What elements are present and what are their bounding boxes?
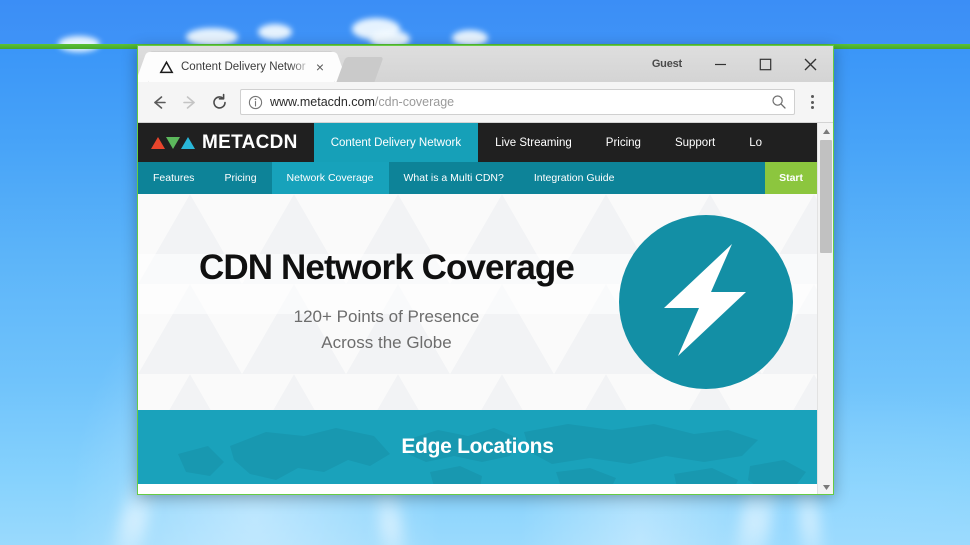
maximize-icon[interactable] <box>743 46 788 82</box>
subnav-item-features[interactable]: Features <box>138 162 209 194</box>
menu-dot <box>810 100 814 104</box>
address-bar-url: www.metacdn.com/cdn-coverage <box>270 95 768 109</box>
scroll-down-icon[interactable] <box>818 479 833 494</box>
hero-subtitle: 120+ Points of Presence Across the Globe <box>154 304 619 357</box>
window-controls: Guest <box>652 46 833 82</box>
reload-icon[interactable] <box>204 87 234 117</box>
tab-close-icon[interactable]: × <box>312 59 328 75</box>
triangle-favicon <box>159 60 174 75</box>
menu-dot <box>810 106 814 109</box>
triangle-green-icon <box>166 136 180 149</box>
browser-tab-title: Content Delivery Networ <box>181 61 306 73</box>
minimize-icon[interactable] <box>698 46 743 82</box>
brand-name: METACDN <box>202 131 298 153</box>
edge-locations-section: Edge Locations <box>138 410 817 484</box>
browser-toolbar: www.metacdn.com/cdn-coverage <box>138 82 833 123</box>
hero-inner: CDN Network Coverage 120+ Points of Pres… <box>138 215 817 389</box>
hero-title: CDN Network Coverage <box>199 247 575 287</box>
browser-tab[interactable]: Content Delivery Networ × <box>149 52 334 82</box>
site-info-icon[interactable] <box>248 95 263 110</box>
subnav-item-what-is-a-multi-cdn[interactable]: What is a Multi CDN? <box>389 162 519 194</box>
nav-item-support[interactable]: Support <box>658 123 732 162</box>
scroll-up-icon[interactable] <box>818 123 833 139</box>
subnav-item-network-coverage[interactable]: Network Coverage <box>271 162 389 194</box>
url-host: www.metacdn.com <box>270 95 375 109</box>
desktop-wallpaper: Content Delivery Networ × Guest www.meta… <box>0 0 970 545</box>
site-sub-nav: Features Pricing Network Coverage What i… <box>138 162 817 194</box>
forward-icon[interactable] <box>174 87 204 117</box>
web-page-content: METACDN Content Delivery Network Live St… <box>138 123 817 494</box>
browser-tab-strip: Content Delivery Networ × Guest <box>138 46 833 82</box>
metacdn-triangles-icon <box>151 136 195 149</box>
hero-subtitle-line-1: 120+ Points of Presence <box>293 306 480 326</box>
start-cta-button[interactable]: Start <box>765 162 817 194</box>
nav-item-live-streaming[interactable]: Live Streaming <box>478 123 589 162</box>
new-tab-button[interactable] <box>336 57 384 82</box>
lightning-bolt-icon <box>654 238 758 367</box>
site-main-nav: METACDN Content Delivery Network Live St… <box>138 123 817 162</box>
search-icon[interactable] <box>768 91 790 113</box>
hero-section: CDN Network Coverage 120+ Points of Pres… <box>138 194 817 410</box>
nav-item-login[interactable]: Lo <box>732 123 779 162</box>
profile-badge-guest[interactable]: Guest <box>652 58 682 70</box>
back-icon[interactable] <box>144 87 174 117</box>
close-icon[interactable] <box>788 46 833 82</box>
cloud <box>258 24 292 40</box>
hero-copy: CDN Network Coverage 120+ Points of Pres… <box>138 248 619 357</box>
url-path: /cdn-coverage <box>374 95 455 109</box>
nav-item-pricing[interactable]: Pricing <box>589 123 658 162</box>
browser-window: Content Delivery Networ × Guest www.meta… <box>137 45 834 495</box>
subnav-item-pricing[interactable]: Pricing <box>209 162 271 194</box>
page-viewport: METACDN Content Delivery Network Live St… <box>138 123 833 494</box>
chrome-menu-icon[interactable] <box>799 87 825 117</box>
vertical-scrollbar[interactable] <box>817 123 833 494</box>
hero-subtitle-line-2: Across the Globe <box>321 333 452 352</box>
hero-badge <box>619 215 793 389</box>
nav-item-content-delivery-network[interactable]: Content Delivery Network <box>313 123 479 162</box>
edge-locations-title: Edge Locations <box>401 435 554 458</box>
address-bar[interactable]: www.metacdn.com/cdn-coverage <box>240 89 795 115</box>
vertical-scrollbar-thumb[interactable] <box>820 140 832 253</box>
menu-dot <box>810 95 814 98</box>
triangle-red-icon <box>151 136 165 149</box>
subnav-item-integration-guide[interactable]: Integration Guide <box>519 162 630 194</box>
triangle-blue-icon <box>181 136 195 149</box>
site-logo[interactable]: METACDN <box>138 123 314 162</box>
